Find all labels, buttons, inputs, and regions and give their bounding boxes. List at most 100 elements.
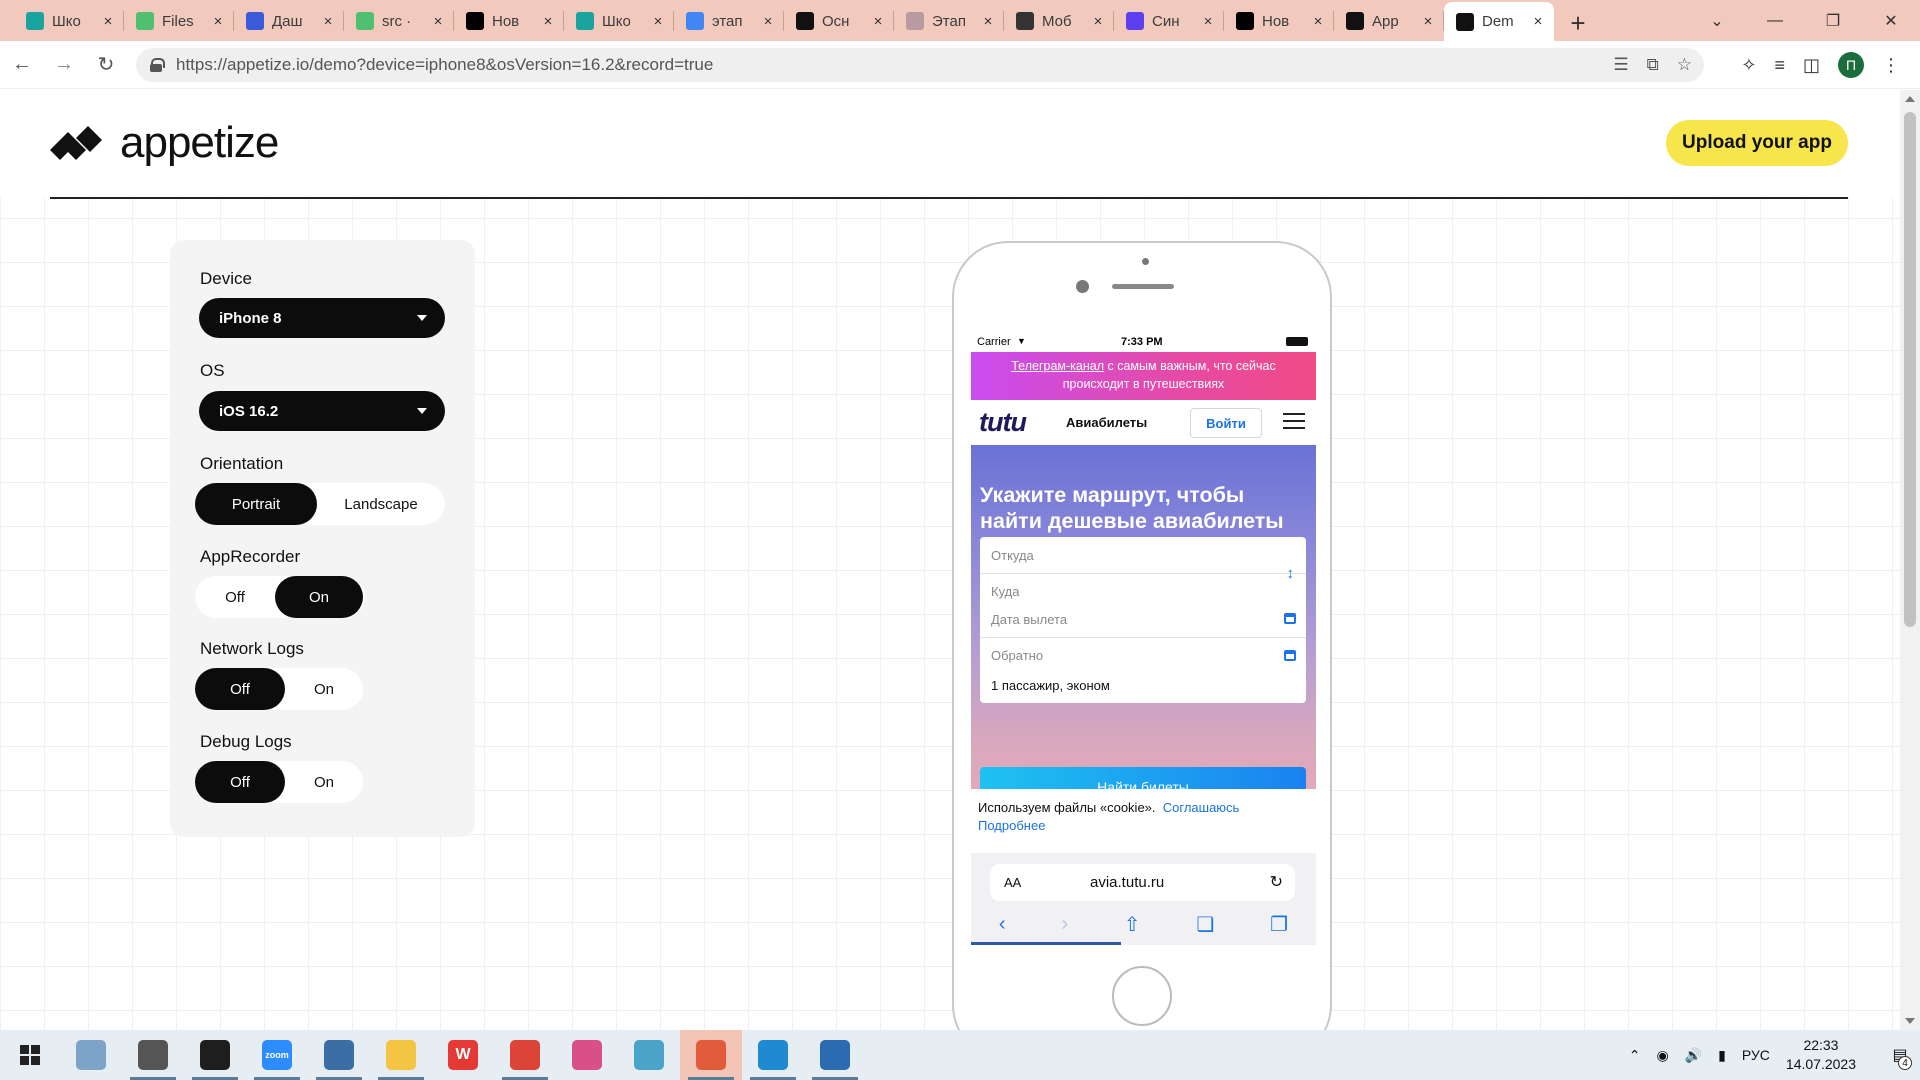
close-tab-icon[interactable]: ×: [1420, 13, 1436, 30]
login-button[interactable]: Войти: [1190, 408, 1262, 438]
taskbar-app[interactable]: [308, 1030, 370, 1080]
apprecorder-off-option[interactable]: Off: [195, 576, 275, 618]
browser-tab[interactable]: Даш ×: [234, 3, 344, 39]
browser-tab[interactable]: Dem ×: [1444, 2, 1554, 41]
browser-tab[interactable]: Files ×: [124, 3, 234, 39]
browser-tab[interactable]: этап ×: [674, 3, 784, 39]
forward-button[interactable]: →: [44, 45, 84, 85]
from-field[interactable]: Откуда: [980, 537, 1306, 573]
taskbar-app[interactable]: [494, 1030, 556, 1080]
passengers-field[interactable]: 1 пассажир, эконом: [980, 667, 1306, 703]
safari-back-icon[interactable]: ‹: [999, 913, 1006, 936]
browser-tab[interactable]: Шко ×: [564, 3, 674, 39]
safari-share-icon[interactable]: ⇧: [1124, 912, 1141, 937]
reload-button[interactable]: ↻: [86, 45, 126, 85]
appetize-logo[interactable]: appetize: [50, 118, 279, 168]
close-tab-icon[interactable]: ×: [650, 13, 666, 30]
telegram-promo-banner[interactable]: Телеграм-канал с самым важным, что сейча…: [971, 352, 1316, 400]
taskbar-app[interactable]: [804, 1030, 866, 1080]
taskbar-app[interactable]: [618, 1030, 680, 1080]
orientation-portrait-option[interactable]: Portrait: [195, 483, 317, 525]
safari-reload-icon[interactable]: ↻: [1270, 872, 1283, 892]
safari-tabs-icon[interactable]: ❐: [1270, 912, 1288, 937]
browser-tab[interactable]: Осн ×: [784, 3, 894, 39]
back-button[interactable]: ←: [2, 45, 42, 85]
browser-tab[interactable]: Нов ×: [1224, 3, 1334, 39]
new-tab-button[interactable]: +: [1558, 5, 1598, 41]
media-queue-icon[interactable]: ≡: [1774, 55, 1785, 76]
scroll-up-icon[interactable]: [1905, 96, 1915, 102]
extensions-puzzle-icon[interactable]: ✧: [1741, 55, 1756, 76]
maximize-button[interactable]: ❐: [1804, 0, 1862, 41]
network-logs-off-option[interactable]: Off: [195, 668, 285, 710]
cookie-agree-link[interactable]: Соглашаюсь: [1163, 800, 1240, 815]
browser-tab[interactable]: App ×: [1334, 3, 1444, 39]
translate-icon[interactable]: ☰: [1613, 55, 1628, 75]
close-tab-icon[interactable]: ×: [430, 13, 446, 30]
telegram-channel-link[interactable]: Телеграм-канал: [1011, 359, 1104, 373]
close-tab-icon[interactable]: ×: [320, 13, 336, 30]
safari-bookmarks-icon[interactable]: ❏: [1196, 912, 1214, 937]
taskbar-app[interactable]: [370, 1030, 432, 1080]
device-screen[interactable]: Carrier ▼ 7:33 PM Телеграм-канал с самым…: [971, 332, 1316, 945]
network-icon[interactable]: ◉: [1657, 1047, 1669, 1064]
close-tab-icon[interactable]: ×: [1200, 13, 1216, 30]
debug-logs-on-option[interactable]: On: [285, 761, 363, 803]
language-indicator[interactable]: РУС: [1742, 1047, 1770, 1063]
browser-tab[interactable]: src · ×: [344, 3, 454, 39]
taskbar-app[interactable]: [556, 1030, 618, 1080]
swap-arrows-icon[interactable]: ↕: [1287, 565, 1295, 582]
taskbar-clock[interactable]: 22:33 14.07.2023: [1786, 1036, 1856, 1074]
address-bar[interactable]: https://appetize.io/demo?device=iphone8&…: [136, 48, 1704, 82]
side-panel-icon[interactable]: ◫: [1803, 55, 1820, 76]
safari-forward-icon[interactable]: ›: [1061, 913, 1068, 936]
safari-address-field[interactable]: AA avia.tutu.ru ↻: [990, 864, 1295, 901]
battery-tray-icon[interactable]: ▮: [1718, 1047, 1726, 1064]
browser-tab[interactable]: Нов ×: [454, 3, 564, 39]
taskbar-app[interactable]: [742, 1030, 804, 1080]
apprecorder-on-option[interactable]: On: [275, 576, 363, 618]
taskbar-app[interactable]: W: [432, 1030, 494, 1080]
share-icon[interactable]: ⧉: [1647, 55, 1659, 75]
browser-tab[interactable]: Шко ×: [14, 3, 124, 39]
minimize-button[interactable]: —: [1746, 0, 1804, 41]
close-window-button[interactable]: ✕: [1862, 0, 1920, 41]
scroll-down-icon[interactable]: [1905, 1018, 1915, 1024]
close-tab-icon[interactable]: ×: [1530, 13, 1546, 30]
taskbar-app[interactable]: [680, 1030, 742, 1080]
text-size-button[interactable]: AA: [1004, 875, 1021, 890]
device-select[interactable]: iPhone 8: [199, 298, 445, 338]
scrollbar-thumb[interactable]: [1904, 112, 1916, 627]
close-tab-icon[interactable]: ×: [980, 13, 996, 30]
url-text[interactable]: https://appetize.io/demo?device=iphone8&…: [176, 55, 713, 75]
close-tab-icon[interactable]: ×: [100, 13, 116, 30]
close-tab-icon[interactable]: ×: [870, 13, 886, 30]
start-button[interactable]: [0, 1030, 60, 1080]
browser-tab[interactable]: Син ×: [1114, 3, 1224, 39]
show-hidden-icons[interactable]: ⌃: [1629, 1047, 1641, 1064]
debug-logs-off-option[interactable]: Off: [195, 761, 285, 803]
close-tab-icon[interactable]: ×: [760, 13, 776, 30]
tab-search-icon[interactable]: ⌄: [1688, 0, 1746, 41]
volume-icon[interactable]: 🔊: [1685, 1047, 1702, 1064]
taskbar-app[interactable]: [184, 1030, 246, 1080]
bookmark-star-icon[interactable]: ☆: [1677, 55, 1692, 75]
home-button[interactable]: [1112, 966, 1172, 1026]
cookie-more-link[interactable]: Подробнее: [978, 818, 1045, 833]
os-select[interactable]: iOS 16.2: [199, 391, 445, 431]
profile-avatar[interactable]: П: [1838, 52, 1864, 78]
hamburger-menu-icon[interactable]: [1283, 413, 1305, 430]
close-tab-icon[interactable]: ×: [540, 13, 556, 30]
taskbar-app[interactable]: [60, 1030, 122, 1080]
depart-date-field[interactable]: Дата вылета: [980, 601, 1306, 637]
browser-tab[interactable]: Моб ×: [1004, 3, 1114, 39]
network-logs-on-option[interactable]: On: [285, 668, 363, 710]
lock-icon[interactable]: [150, 58, 165, 72]
safari-url[interactable]: avia.tutu.ru: [1090, 874, 1164, 891]
taskbar-app[interactable]: [122, 1030, 184, 1080]
notification-center-button[interactable]: ▤ 4: [1880, 1030, 1920, 1080]
close-tab-icon[interactable]: ×: [1090, 13, 1106, 30]
close-tab-icon[interactable]: ×: [210, 13, 226, 30]
page-scrollbar[interactable]: [1900, 90, 1920, 1030]
taskbar-app[interactable]: zoom: [246, 1030, 308, 1080]
